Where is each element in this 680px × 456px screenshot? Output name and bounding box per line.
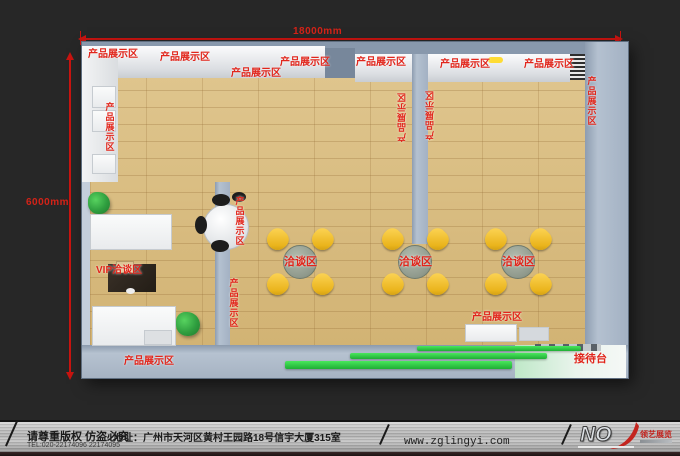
zone-label-product-display-vertical: 产品展示区 [104, 102, 113, 152]
floorplan-canvas: NO 领艺展览 LINGYI EXHIBITION 18000mm 6000mm [0, 0, 680, 456]
black-chair [212, 194, 230, 206]
zone-label-product-display-vertical: 产品展示区 [234, 196, 243, 246]
drawer-unit [144, 330, 172, 345]
vip-sofa-top [90, 214, 172, 250]
address-text: 地址：广州市天河区黄村王园路18号信宇大厦315室 [113, 429, 341, 444]
footer-logo: NO 领艺展览 [578, 421, 676, 452]
display-podium [465, 324, 517, 342]
zone-label-product-display: 产品展示区 [231, 69, 281, 80]
dimension-arrow-down-icon [66, 372, 74, 380]
yellow-chair [423, 270, 453, 300]
negotiation-set: 洽谈区 [485, 229, 551, 295]
zone-label-product-display-vertical: 产品展示区 [586, 76, 595, 126]
negotiation-set: 洽谈区 [382, 229, 448, 295]
negotiation-set: 洽谈区 [267, 229, 333, 295]
dimension-width-label: 18000mm [293, 26, 342, 37]
logo-subline [640, 440, 672, 443]
zone-label-product-display: 产品展示区 [88, 50, 138, 61]
zone-label-reception: 接待台 [574, 354, 607, 366]
zone-label-vip-negotiation: VIP洽谈区 [96, 266, 142, 277]
zone-label-product-display-vertical: 产品展示区 [426, 90, 435, 140]
footer-bottom-strip [0, 452, 680, 456]
yellow-chair [308, 270, 338, 300]
zone-label-negotiation: 洽谈区 [502, 257, 535, 269]
reception-green-bar [417, 346, 581, 351]
zone-label-product-display: 产品展示区 [280, 58, 330, 69]
dimension-line-top [80, 38, 621, 40]
dimension-depth-label: 6000mm [26, 197, 69, 208]
display-cabinet [92, 154, 116, 174]
reception-green-bar [350, 353, 547, 359]
dimension-tick-left [80, 31, 81, 45]
zone-label-product-display: 产品展示区 [124, 357, 174, 368]
yellow-chair [526, 270, 556, 300]
black-chair [211, 240, 229, 252]
website-text: www.zglingyi.com [404, 436, 510, 448]
plant [88, 192, 110, 214]
booth-plan: 洽谈区 洽谈区 洽谈区 产品展示区 产品展示区 产品展示区 [82, 42, 628, 378]
reception-green-bar [285, 361, 512, 369]
middle-column [412, 54, 428, 244]
zone-label-negotiation: 洽谈区 [284, 257, 317, 269]
tel-text: TEL:020-22174096 22174095 [27, 442, 120, 449]
black-chair [195, 216, 207, 234]
zone-label-product-display: 产品展示区 [472, 313, 522, 324]
plant [176, 312, 200, 336]
dimension-line-left [69, 56, 71, 378]
zone-label-product-display-vertical: 产品展示区 [398, 92, 407, 142]
zone-label-product-display: 产品展示区 [160, 53, 210, 64]
zone-label-product-display: 产品展示区 [440, 60, 490, 71]
logo-cn-text: 领艺展览 [640, 429, 672, 440]
zone-label-product-display: 产品展示区 [524, 60, 574, 71]
display-podium [519, 327, 549, 341]
zone-label-product-display-vertical: 产品展示区 [228, 278, 237, 328]
logo-underline [578, 446, 634, 448]
zone-label-negotiation: 洽谈区 [399, 257, 432, 269]
dimension-arrow-up-icon [66, 52, 74, 60]
table-dish [126, 288, 135, 294]
zone-label-product-display: 产品展示区 [356, 58, 406, 69]
yellow-marker [488, 57, 503, 63]
